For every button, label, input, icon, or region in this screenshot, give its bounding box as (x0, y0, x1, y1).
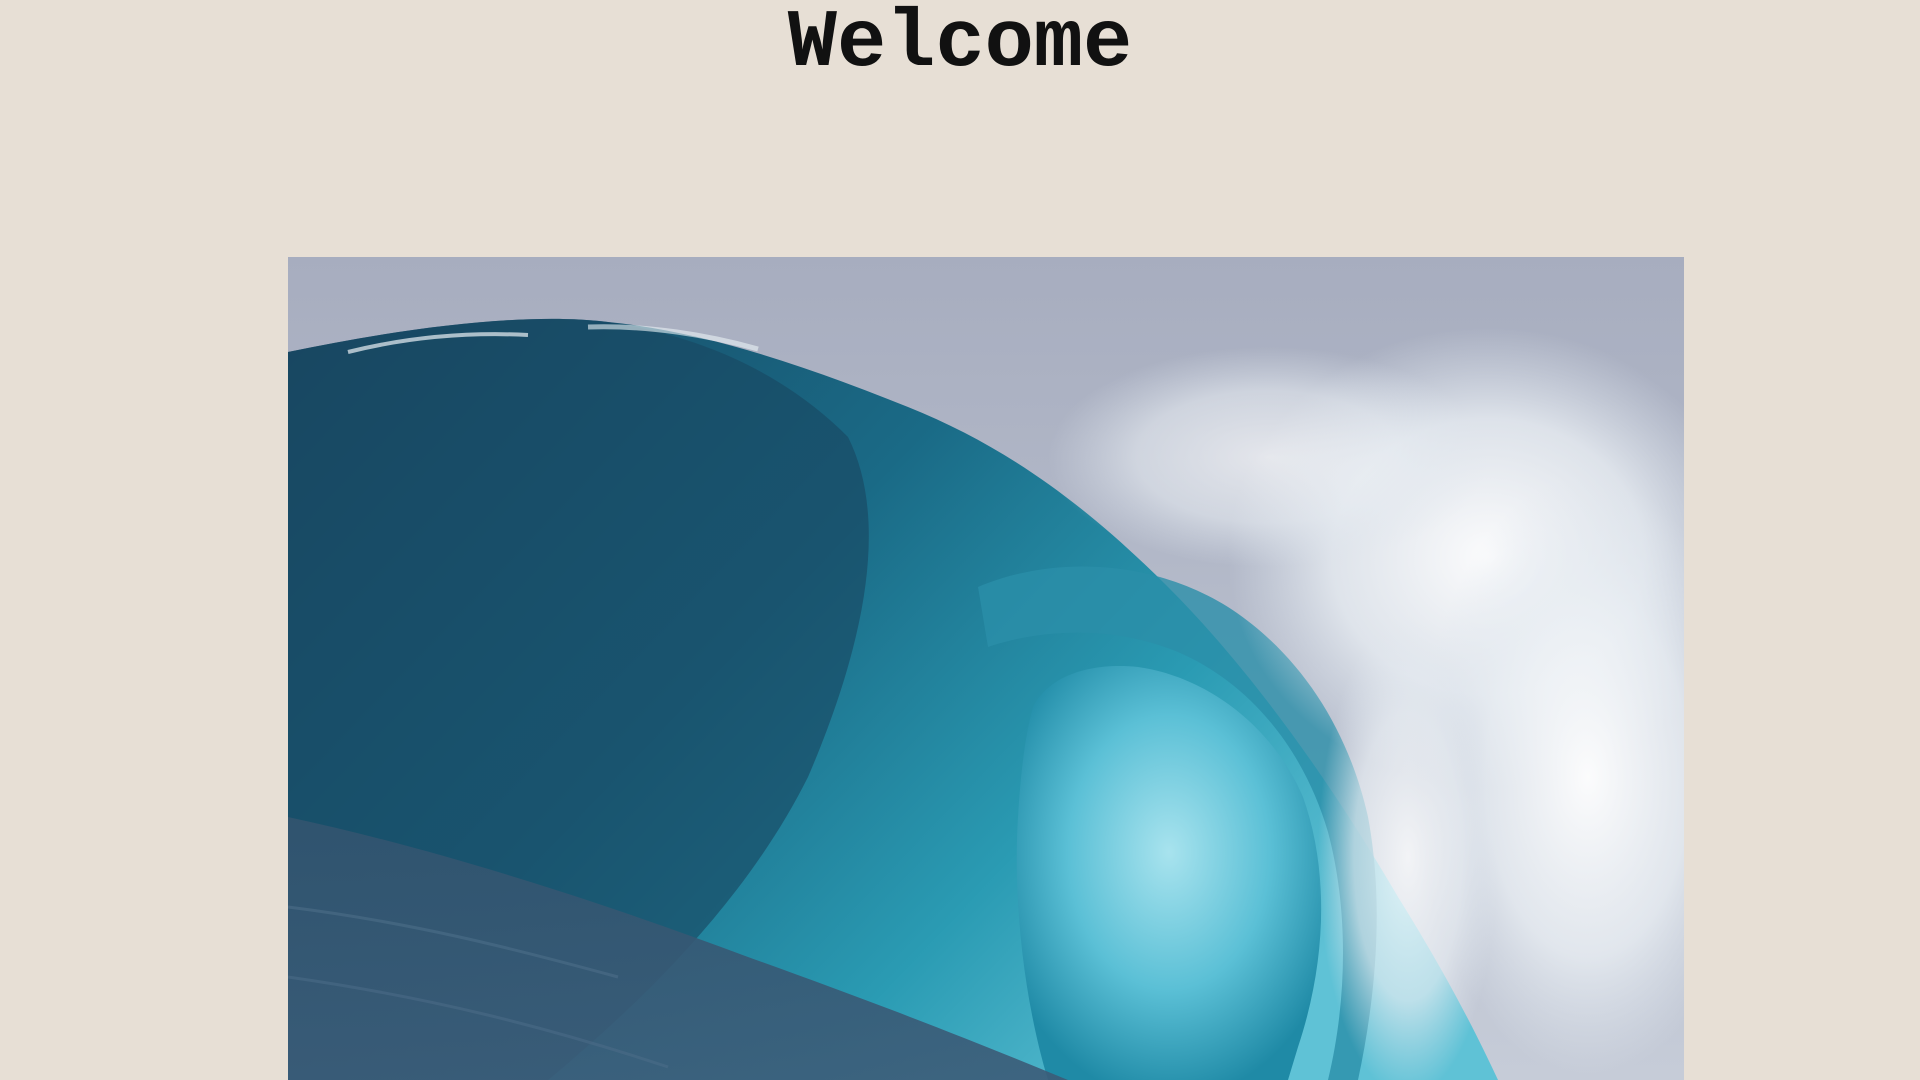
page: Welcome (0, 0, 1920, 1080)
wave-illustration (288, 257, 1684, 1080)
page-title: Welcome (787, 0, 1133, 90)
ocean-wave-photo (288, 257, 1684, 1080)
